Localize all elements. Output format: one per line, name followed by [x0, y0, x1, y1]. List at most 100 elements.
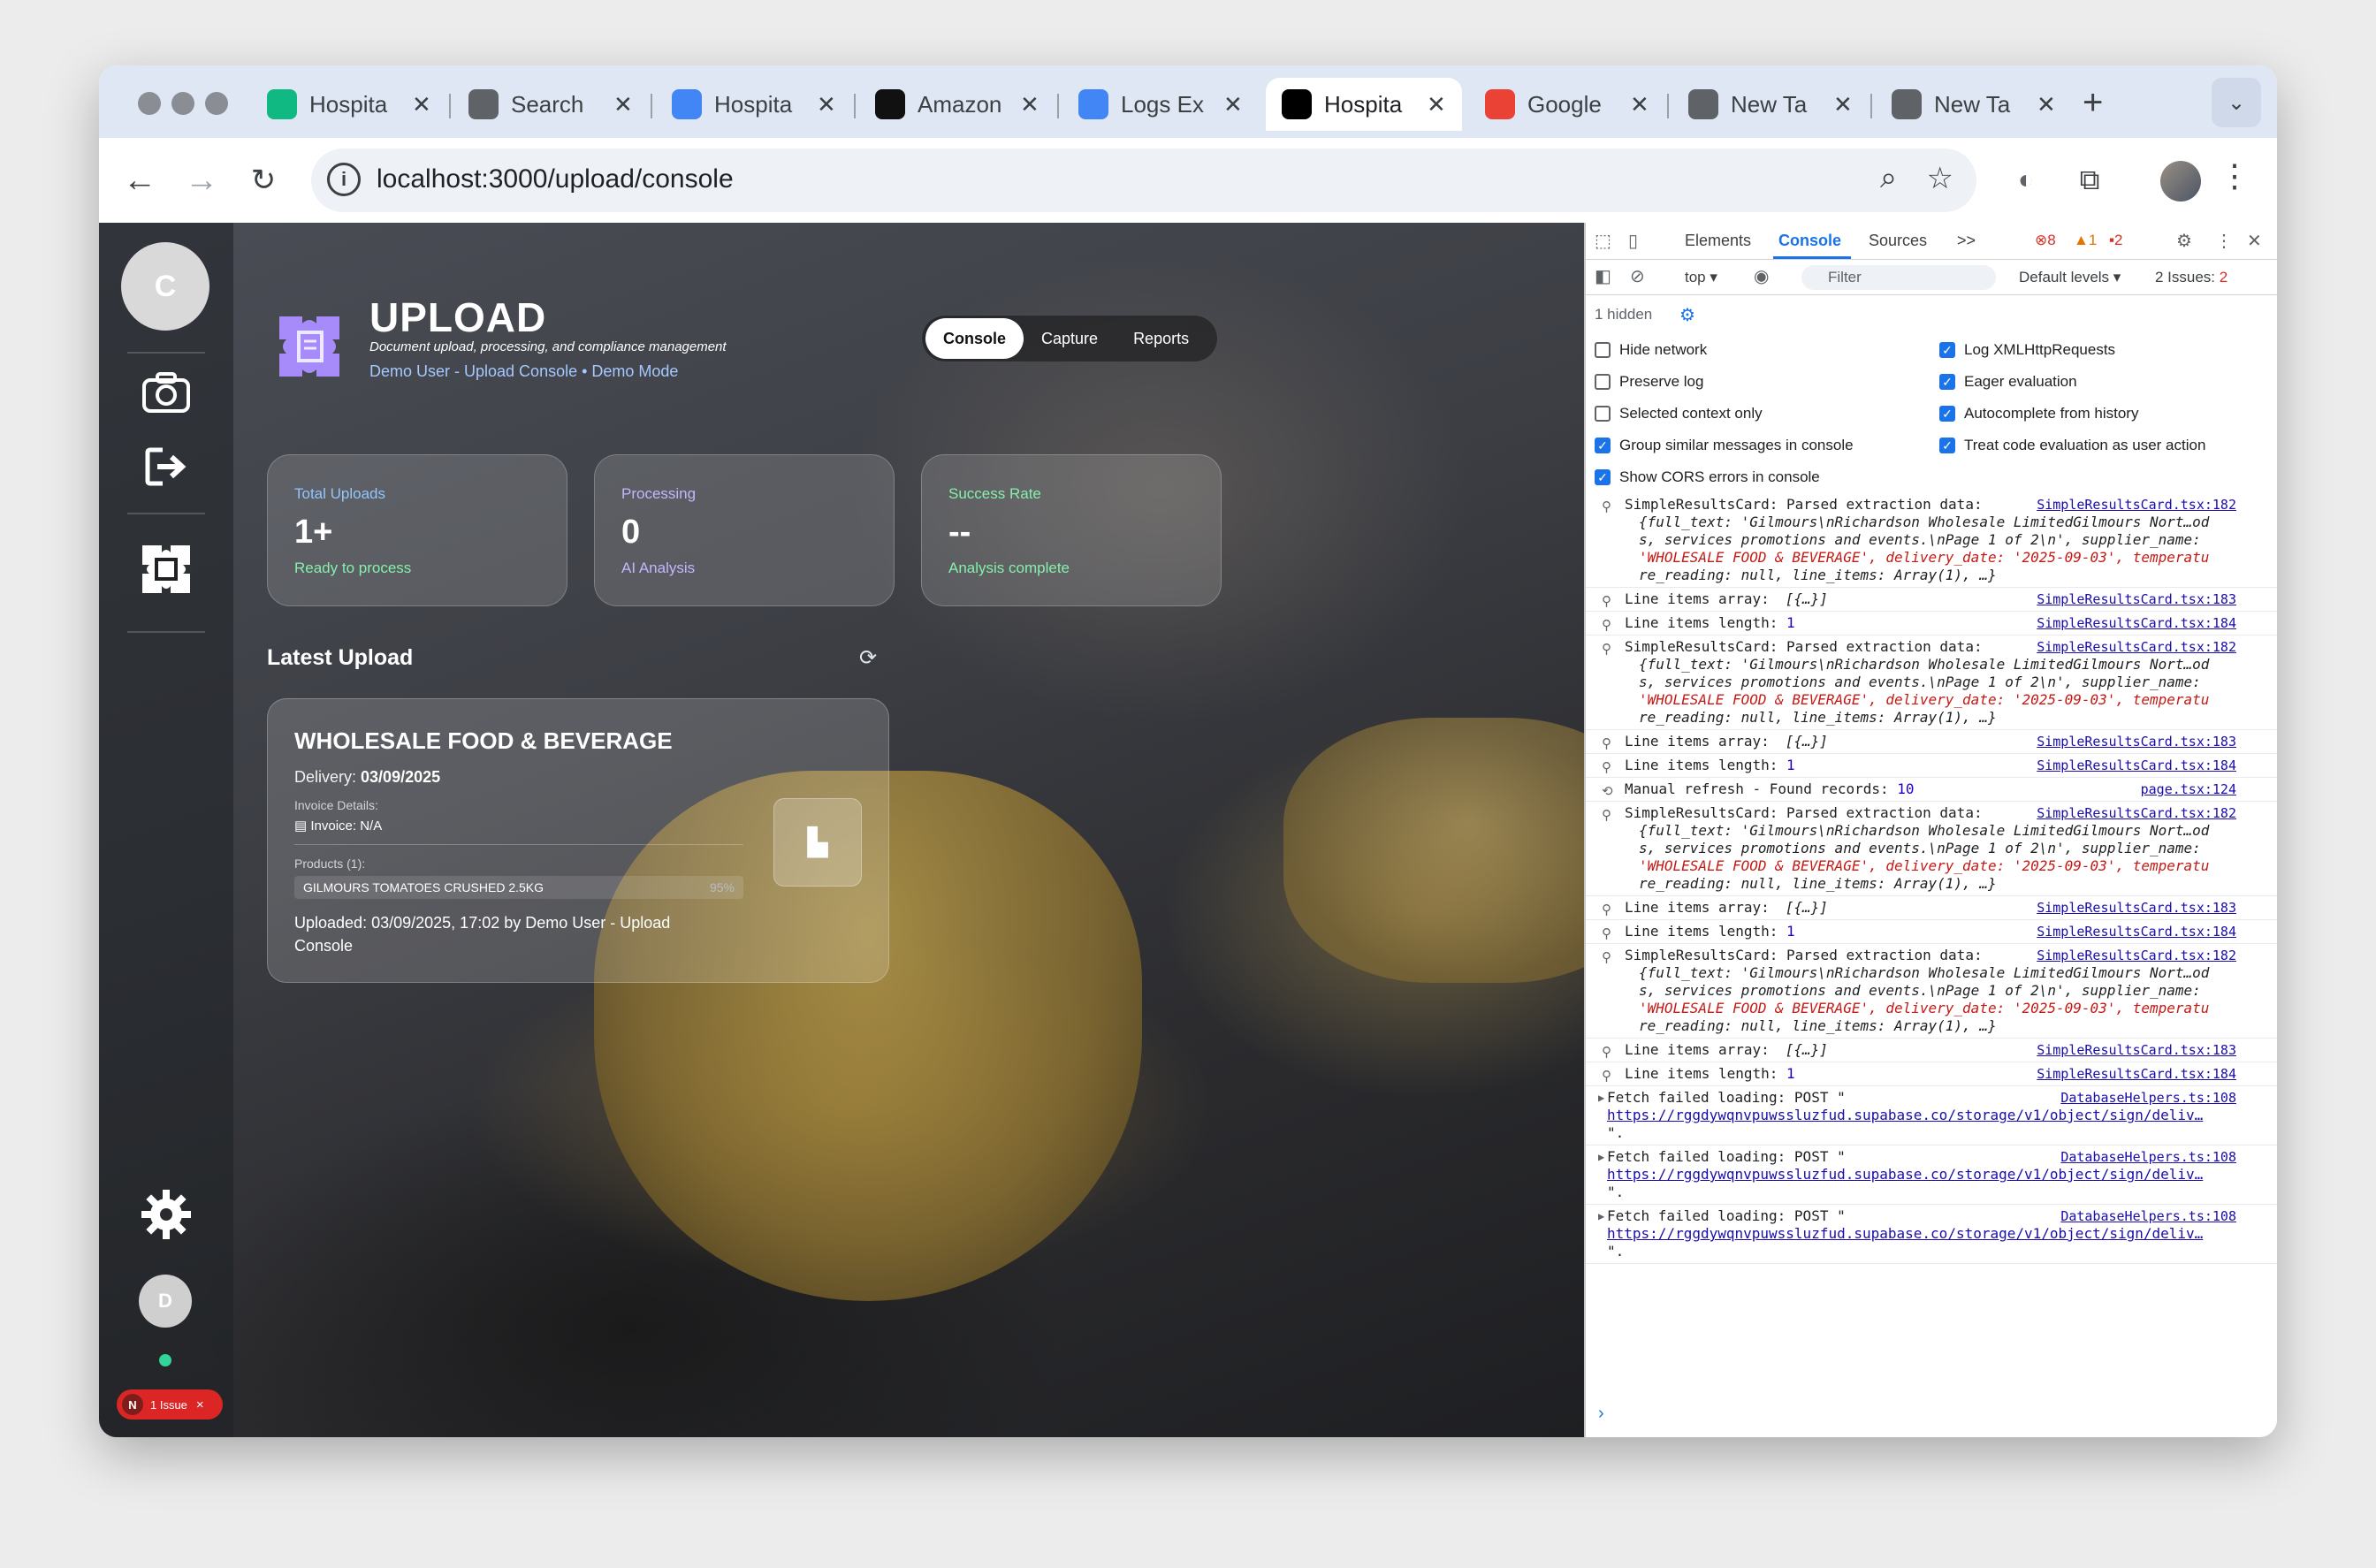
camera-icon[interactable]	[138, 364, 194, 421]
tab-close-icon[interactable]: ✕	[1223, 91, 1243, 118]
source-link[interactable]: DatabaseHelpers.ts:108	[2060, 1148, 2236, 1166]
console-message[interactable]: ⚲ Line items length: 1 SimpleResultsCard.t…	[1586, 1062, 2277, 1086]
extensions-puzzle-icon[interactable]: ⧉	[2067, 157, 2113, 203]
console-message[interactable]: ⚲ SimpleResultsCard: Parsed extraction da…	[1586, 944, 2277, 1039]
inspect-element-icon[interactable]: ⬚	[1595, 230, 1611, 252]
issues-link[interactable]: 2 Issues: 2	[2155, 269, 2228, 286]
browser-tab[interactable]: Search ✕	[453, 78, 649, 131]
source-link[interactable]: SimpleResultsCard.tsx:182	[2037, 638, 2236, 656]
browser-tab[interactable]: Amazon ✕	[859, 78, 1055, 131]
source-link[interactable]: DatabaseHelpers.ts:108	[2060, 1089, 2236, 1107]
console-prompt[interactable]: ›	[1598, 1404, 1604, 1424]
device-toolbar-icon[interactable]: ▯	[1628, 230, 1638, 252]
console-message[interactable]: ▶ Fetch failed loading: POST " https://rgg…	[1586, 1205, 2277, 1264]
console-message[interactable]: ⚲ SimpleResultsCard: Parsed extraction da…	[1586, 802, 2277, 896]
browser-tab[interactable]: Hospita ✕	[251, 78, 447, 131]
option-checkbox[interactable]: ✓	[1939, 438, 1955, 453]
browser-menu-icon[interactable]: ⋮	[2219, 157, 2250, 194]
source-link[interactable]: SimpleResultsCard.tsx:184	[2037, 923, 2236, 940]
console-option[interactable]: ✓ Eager evaluation	[1939, 373, 2077, 391]
maximize-window-button[interactable]	[205, 92, 228, 115]
tab-close-icon[interactable]: ✕	[1020, 91, 1040, 118]
more-tabs-button[interactable]: >>	[1957, 232, 1976, 250]
console-option[interactable]: ✓ Autocomplete from history	[1939, 405, 2138, 422]
option-checkbox[interactable]	[1595, 406, 1611, 422]
tab-console[interactable]: Console	[1778, 232, 1841, 250]
url-text[interactable]: localhost:3000/upload/console	[377, 164, 734, 194]
tab-close-icon[interactable]: ✕	[1630, 91, 1649, 118]
console-output[interactable]: ⚲ SimpleResultsCard: Parsed extraction da…	[1586, 493, 2277, 1430]
tab-close-icon[interactable]: ✕	[2037, 91, 2056, 118]
console-message[interactable]: ⚲ SimpleResultsCard: Parsed extraction da…	[1586, 636, 2277, 730]
tab-reports[interactable]: Reports	[1116, 318, 1207, 359]
tab-close-icon[interactable]: ✕	[1833, 91, 1853, 118]
source-link[interactable]: DatabaseHelpers.ts:108	[2060, 1207, 2236, 1225]
console-message[interactable]: ▶ Fetch failed loading: POST " https://rgg…	[1586, 1086, 2277, 1146]
console-option[interactable]: ✓ Group similar messages in console	[1595, 437, 1854, 454]
tab-close-icon[interactable]: ✕	[412, 91, 431, 118]
browser-tab[interactable]: Google ✕	[1469, 78, 1665, 131]
source-link[interactable]: SimpleResultsCard.tsx:182	[2037, 496, 2236, 514]
source-link[interactable]: SimpleResultsCard.tsx:184	[2037, 614, 2236, 632]
document-thumbnail-icon[interactable]: ▙	[773, 798, 862, 887]
browser-tab[interactable]: Hospita ✕	[656, 78, 852, 131]
tab-elements[interactable]: Elements	[1685, 232, 1751, 250]
option-checkbox[interactable]: ✓	[1939, 374, 1955, 390]
option-checkbox[interactable]	[1595, 342, 1611, 358]
sidebar-avatar[interactable]: C	[121, 242, 209, 331]
option-checkbox[interactable]: ✓	[1939, 342, 1955, 358]
devtools-settings-gear-icon[interactable]: ⚙	[2176, 230, 2192, 252]
console-message[interactable]: ⟲ Manual refresh - Found records: 10 page.…	[1586, 778, 2277, 802]
close-devtools-icon[interactable]: ✕	[2247, 230, 2262, 252]
new-tab-button[interactable]: +	[2083, 83, 2103, 123]
browser-tab[interactable]: New Ta ✕	[1672, 78, 1869, 131]
user-avatar[interactable]: D	[139, 1275, 192, 1328]
profile-avatar[interactable]	[2160, 161, 2201, 202]
address-bar[interactable]: i localhost:3000/upload/console ⌕ ☆	[311, 148, 1976, 212]
source-link[interactable]: SimpleResultsCard.tsx:182	[2037, 947, 2236, 964]
live-expression-eye-icon[interactable]: ◉	[1754, 265, 1769, 287]
clear-console-icon[interactable]: ⊘	[1630, 265, 1645, 287]
close-window-button[interactable]	[138, 92, 161, 115]
option-checkbox[interactable]: ✓	[1595, 469, 1611, 485]
extension-loader-icon[interactable]: ◐	[2003, 157, 2049, 203]
console-option[interactable]: Preserve log	[1595, 373, 1703, 391]
nextjs-issue-badge[interactable]: N 1 Issue ×	[117, 1389, 223, 1420]
zoom-icon[interactable]: ⌕	[1880, 161, 1897, 195]
refresh-icon[interactable]: ⟳	[859, 645, 886, 672]
console-settings-gear-icon[interactable]: ⚙	[1679, 304, 1695, 326]
source-link[interactable]: SimpleResultsCard.tsx:184	[2037, 1065, 2236, 1083]
back-arrow-icon[interactable]: ←	[117, 157, 163, 203]
source-link[interactable]: SimpleResultsCard.tsx:183	[2037, 1041, 2236, 1059]
sidebar-toggle-icon[interactable]: ◧	[1595, 265, 1611, 287]
console-option[interactable]: ✓ Log XMLHttpRequests	[1939, 341, 2115, 359]
bookmark-star-icon[interactable]: ☆	[1927, 161, 1953, 196]
close-icon[interactable]: ×	[196, 1397, 204, 1412]
tab-capture[interactable]: Capture	[1024, 318, 1116, 359]
sign-out-icon[interactable]	[138, 438, 194, 495]
site-info-icon[interactable]: i	[327, 163, 361, 196]
console-option[interactable]: ✓ Treat code evaluation as user action	[1939, 437, 2205, 454]
tab-close-icon[interactable]: ✕	[613, 91, 633, 118]
devtools-menu-icon[interactable]: ⋮	[2215, 230, 2233, 252]
source-link[interactable]: page.tsx:124	[2141, 780, 2236, 798]
console-message[interactable]: ⚲ Line items length: 1 SimpleResultsCard.t…	[1586, 612, 2277, 636]
console-filter-input[interactable]: Filter	[1801, 265, 1996, 290]
tab-sources[interactable]: Sources	[1869, 232, 1927, 250]
source-link[interactable]: SimpleResultsCard.tsx:184	[2037, 757, 2236, 774]
tab-close-icon[interactable]: ✕	[817, 91, 836, 118]
log-levels-dropdown[interactable]: Default levels ▾	[2019, 269, 2121, 286]
tab-search-chevron-icon[interactable]: ⌄	[2212, 78, 2261, 127]
console-message[interactable]: ⚲ Line items length: 1 SimpleResultsCard.t…	[1586, 920, 2277, 944]
tab-console[interactable]: Console	[925, 318, 1024, 359]
console-message[interactable]: ⚲ Line items array: [{…}] SimpleResultsCard…	[1586, 588, 2277, 612]
minimize-window-button[interactable]	[171, 92, 194, 115]
context-selector[interactable]: top ▾	[1685, 269, 1717, 286]
option-checkbox[interactable]	[1595, 374, 1611, 390]
latest-upload-card[interactable]: WHOLESALE FOOD & BEVERAGE Delivery: 03/0…	[267, 698, 889, 983]
issues-count[interactable]: ▪2	[2109, 232, 2123, 249]
console-message[interactable]: ▶ Fetch failed loading: POST " https://rgg…	[1586, 1146, 2277, 1205]
console-option[interactable]: Hide network	[1595, 341, 1707, 359]
console-option[interactable]: ✓ Show CORS errors in console	[1595, 468, 1820, 486]
console-message[interactable]: ⚲ Line items array: [{…}] SimpleResultsCard…	[1586, 896, 2277, 920]
